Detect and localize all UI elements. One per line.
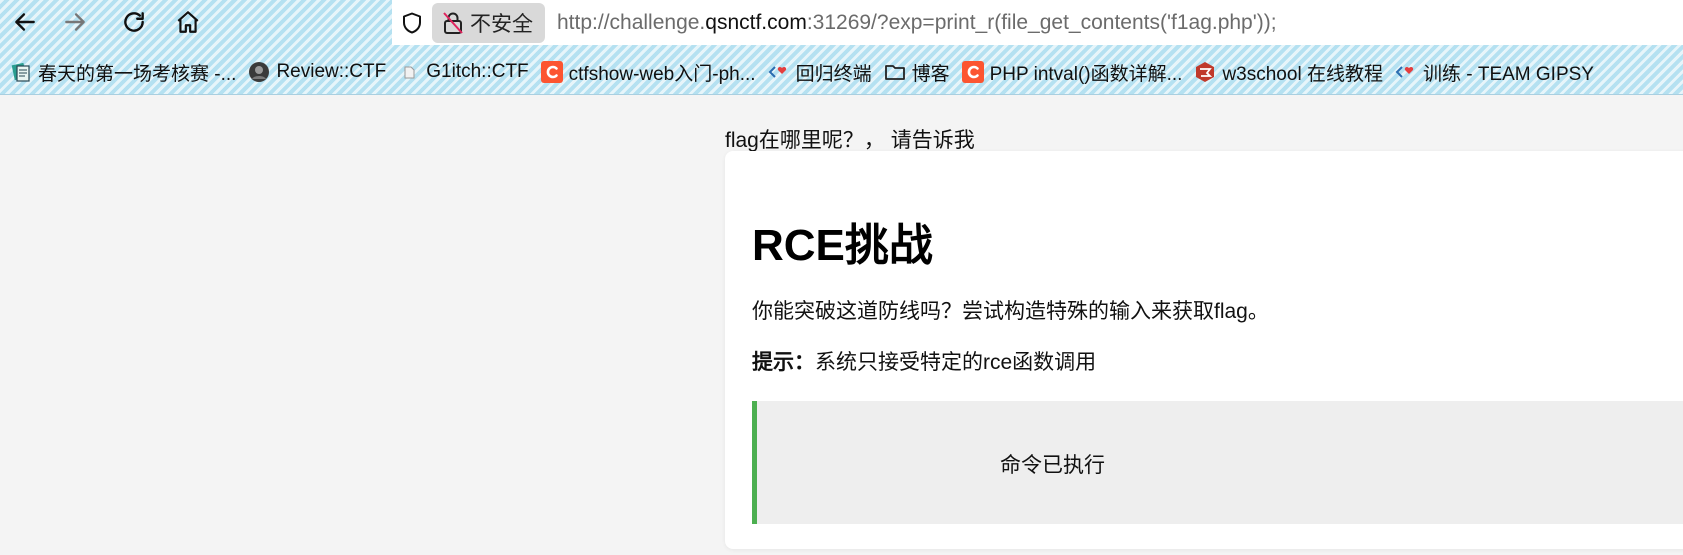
- forward-button[interactable]: [55, 4, 95, 40]
- shield-icon: [403, 12, 421, 33]
- folder-icon: [884, 61, 906, 83]
- book-icon: [10, 61, 32, 83]
- challenge-description: 你能突破这道防线吗？尝试构造特殊的输入来获取flag。: [752, 300, 1269, 323]
- bookmark-item[interactable]: 训练 - TEAM GIPSY: [1393, 55, 1604, 89]
- url-text[interactable]: http://challenge.qsnctf.com:31269/?exp=p…: [557, 11, 1277, 35]
- bookmark-item[interactable]: PHP intval()函数详解...: [960, 55, 1193, 89]
- bookmark-label: G1itch::CTF: [426, 61, 529, 82]
- challenge-card: RCE挑战 你能突破这道防线吗？尝试构造特殊的输入来获取flag。 提示：系统只…: [725, 151, 1683, 549]
- result-message: 命令已执行: [1000, 454, 1105, 477]
- reload-button[interactable]: [114, 4, 154, 40]
- bookmark-item[interactable]: w3school 在线教程: [1192, 55, 1393, 89]
- bookmark-item[interactable]: G1itch::CTF: [396, 55, 538, 89]
- bookmark-item[interactable]: ctfshow-web入门-ph...: [539, 55, 766, 89]
- url-path: :31269/?exp=print_r(file_get_contents('f…: [806, 10, 1277, 34]
- page-icon: [398, 61, 420, 83]
- home-icon: [177, 11, 199, 33]
- bookmark-label: 训练 - TEAM GIPSY: [1422, 63, 1594, 85]
- bookmark-item[interactable]: Review::CTF: [246, 55, 396, 89]
- w3school-icon: [1194, 61, 1216, 83]
- bookmark-label: 春天的第一场考核赛 -...: [38, 63, 237, 85]
- bracket-heart-icon: [768, 61, 790, 83]
- url-prefix: http://challenge.: [557, 10, 706, 34]
- bookmark-folder[interactable]: 博客: [882, 55, 960, 89]
- bookmark-label: ctfshow-web入门-ph...: [568, 63, 756, 85]
- bookmark-label: PHP intval()函数详解...: [989, 63, 1183, 85]
- bracket-heart-icon: [1395, 61, 1417, 83]
- arrow-left-icon: [15, 13, 35, 31]
- bookmark-label: 回归终端: [795, 63, 872, 85]
- csdn-c-icon: [540, 61, 563, 83]
- page-title: RCE挑战: [752, 221, 933, 270]
- url-host: qsnctf.com: [705, 10, 807, 34]
- home-button[interactable]: [168, 4, 208, 40]
- reload-icon: [124, 12, 144, 32]
- bookmark-item[interactable]: 回归终端: [766, 55, 882, 89]
- site-security-indicator[interactable]: 不安全: [432, 2, 545, 43]
- bookmark-label: 博客: [911, 63, 950, 85]
- hint-text: 提示：系统只接受特定的rce函数调用: [752, 346, 1096, 376]
- browser-chrome: 不安全 http://challenge.qsnctf.com:31269/?e…: [0, 0, 1683, 95]
- arrow-right-icon: [65, 13, 85, 31]
- bookmark-label: Review::CTF: [276, 61, 387, 82]
- address-bar[interactable]: 不安全 http://challenge.qsnctf.com:31269/?e…: [392, 0, 1683, 45]
- hint-label: 提示：: [752, 351, 815, 374]
- security-label: 不安全: [470, 12, 533, 36]
- bookmark-item[interactable]: 春天的第一场考核赛 -...: [8, 55, 246, 89]
- hint-content: 系统只接受特定的rce函数调用: [815, 351, 1097, 374]
- bookmark-label: w3school 在线教程: [1222, 63, 1383, 85]
- page-intro-text: flag在哪里呢？， 请告诉我: [725, 129, 975, 152]
- back-button[interactable]: [5, 4, 45, 40]
- avatar-icon: [248, 61, 270, 83]
- result-box: 命令已执行: [752, 401, 1683, 524]
- insecure-lock-icon: [443, 11, 463, 34]
- csdn-c-icon: [961, 61, 984, 83]
- tracking-protection-button[interactable]: [392, 0, 432, 45]
- bookmarks-bar: 春天的第一场考核赛 -... Review::CTF G1itch::CTF c…: [0, 52, 1683, 92]
